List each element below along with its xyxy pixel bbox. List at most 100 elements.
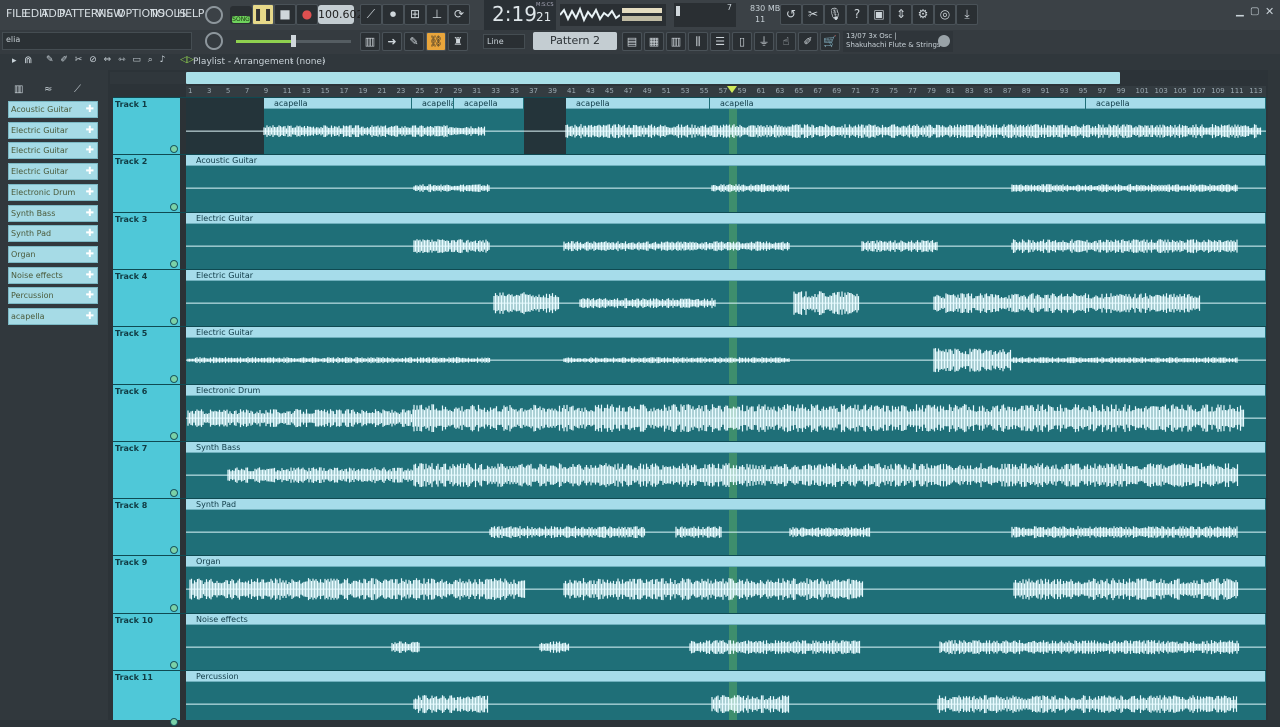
horizontal-scrollbar[interactable] <box>186 72 1120 84</box>
mixer-icon[interactable]: ✂ <box>802 4 824 25</box>
clip-header[interactable]: acapella <box>710 98 1085 109</box>
track-name[interactable]: Track 6 <box>115 387 147 396</box>
maximize-button[interactable]: ▢ <box>1250 6 1259 17</box>
cart-icon[interactable]: 🛒 <box>820 32 840 51</box>
dial-icon[interactable] <box>205 6 223 24</box>
pattern-item[interactable]: Electronic Drum ✚ <box>8 183 98 201</box>
clip-header[interactable]: acapella <box>566 98 709 109</box>
search-field[interactable]: elia <box>2 32 192 50</box>
horizontal-zoom-bar[interactable] <box>110 72 186 84</box>
track-name[interactable]: Track 2 <box>115 157 147 166</box>
clip-header[interactable]: Synth Bass <box>186 441 1265 453</box>
clip-header[interactable]: acapella <box>264 98 411 109</box>
track-name[interactable]: Track 5 <box>115 329 147 338</box>
brush-icon[interactable]: ✎ <box>404 32 424 51</box>
stamp-icon[interactable]: ♜ <box>448 32 468 51</box>
clip-header[interactable]: acapella <box>454 98 523 109</box>
stop-button[interactable]: ■ <box>274 4 296 25</box>
pattern-item[interactable]: Electric Guitar ✚ <box>8 163 98 181</box>
pattern-selector[interactable]: Pattern 2 <box>533 32 617 50</box>
track-mute-led[interactable] <box>170 603 178 612</box>
chat-icon[interactable]: ◎ <box>934 4 956 25</box>
globe-icon[interactable] <box>938 35 950 47</box>
track-mute-led[interactable] <box>170 202 178 211</box>
menu-arrow-icon[interactable]: ▸ <box>12 56 17 66</box>
track-name[interactable]: Track 3 <box>115 215 147 224</box>
curve-mini-icon[interactable]: ⟋ <box>74 84 81 95</box>
menu-help[interactable]: HELP <box>177 7 204 20</box>
clip-header[interactable]: Organ <box>186 556 1265 568</box>
track-mute-led[interactable] <box>170 374 178 383</box>
loop-record-icon[interactable]: ⟳ <box>448 4 470 25</box>
piano-roll-mini-icon[interactable]: ▥ <box>14 84 23 95</box>
magnet-icon[interactable]: ⋒ <box>24 55 32 66</box>
plugin-icon[interactable]: ⇕ <box>890 4 912 25</box>
channel-rack-icon[interactable]: ▦ <box>644 32 664 51</box>
clip-header[interactable]: Electric Guitar <box>186 327 1265 339</box>
settings-icon[interactable]: ⚙ <box>912 4 934 25</box>
song-mode-toggle[interactable]: SONG <box>230 6 252 24</box>
save-icon[interactable]: ▣ <box>868 4 890 25</box>
help-icon[interactable]: ? <box>846 4 868 25</box>
pattern-item[interactable]: Electric Guitar ✚ <box>8 142 98 160</box>
track-mute-led[interactable] <box>170 661 178 669</box>
pattern-item[interactable]: Electric Guitar ✚ <box>8 121 98 139</box>
clip-header[interactable]: Electric Guitar <box>186 269 1265 281</box>
clip-header[interactable]: Synth Pad <box>186 499 1265 511</box>
wait-icon[interactable]: ⏺ <box>382 4 404 25</box>
arrow-icon[interactable]: ➜ <box>382 32 402 51</box>
song-position-marker[interactable] <box>727 86 737 93</box>
clip-header[interactable]: acapella <box>1086 98 1265 109</box>
master-volume-slider[interactable] <box>236 35 351 47</box>
browser-icon[interactable]: ☰ <box>710 32 730 51</box>
pattern-item[interactable]: Noise effects ✚ <box>8 266 98 284</box>
piano-icon[interactable]: ▥ <box>666 32 686 51</box>
tempo-display[interactable]: 100.602 <box>318 5 364 24</box>
clip-header[interactable]: Noise effects <box>186 613 1265 625</box>
undo-icon[interactable]: ↺ <box>780 4 802 25</box>
plug-icon[interactable]: ⏚ <box>754 32 774 51</box>
countdown-icon[interactable]: ⊞ <box>404 4 426 25</box>
download-icon[interactable]: ⤓ <box>956 4 978 25</box>
pattern-item[interactable]: Organ ✚ <box>8 245 98 263</box>
tool-icons[interactable]: ✎ ✐ ✂ ⊘ ⇔ ⇿ ▭ ⌕ ♪ <box>46 55 167 65</box>
track-name[interactable]: Track 4 <box>115 272 147 281</box>
track-name[interactable]: Track 7 <box>115 444 147 453</box>
mic-icon[interactable]: 🎙 <box>824 4 846 25</box>
link-icon[interactable]: ⛓ <box>426 32 446 51</box>
clip-header[interactable]: Acoustic Guitar <box>186 155 1265 167</box>
pattern-item[interactable]: Synth Pad ✚ <box>8 225 98 243</box>
track-name[interactable]: Track 11 <box>115 673 153 682</box>
touch-icon[interactable]: ☝ <box>776 32 796 51</box>
piano-roll-icon[interactable]: ▥ <box>360 32 380 51</box>
master-pitch-knob[interactable] <box>205 32 223 50</box>
pattern-item[interactable]: acapella ✚ <box>8 308 98 325</box>
file-icon[interactable]: ▯ <box>732 32 752 51</box>
vertical-scrollbar[interactable] <box>1268 70 1280 720</box>
clip-header[interactable]: acapella <box>412 98 453 109</box>
clip-header[interactable]: Percussion <box>186 671 1265 682</box>
record-button[interactable]: ● <box>296 4 318 25</box>
step-edit-icon[interactable]: ⊥ <box>426 4 448 25</box>
track-name[interactable]: Track 8 <box>115 501 147 510</box>
track-mute-led[interactable] <box>170 431 178 440</box>
pen-icon[interactable]: ✐ <box>798 32 818 51</box>
pattern-item[interactable]: Acoustic Guitar ✚ <box>8 101 98 118</box>
track-name[interactable]: Track 9 <box>115 558 147 567</box>
pause-button[interactable]: ❚❚ <box>252 4 274 25</box>
clip-header[interactable]: Electronic Drum <box>186 384 1265 396</box>
metronome-icon[interactable]: ⟋ <box>360 4 382 25</box>
time-display[interactable]: 2:19 21 M:S:CS <box>484 0 556 30</box>
track-mute-led[interactable] <box>170 259 178 268</box>
snap-select[interactable]: Line <box>483 34 525 49</box>
mixer-faders-icon[interactable]: ⫼ <box>688 32 708 51</box>
track-name[interactable]: Track 10 <box>115 616 153 625</box>
playlist-icon[interactable]: ▤ <box>622 32 642 51</box>
close-button[interactable]: ✕ <box>1265 5 1274 18</box>
track-name[interactable]: Track 1 <box>115 100 147 109</box>
clip-header[interactable]: Electric Guitar <box>186 212 1265 224</box>
pattern-item[interactable]: Percussion ✚ <box>8 287 98 305</box>
wave-mini-icon[interactable]: ≈ <box>44 84 52 95</box>
pattern-item[interactable]: Synth Bass ✚ <box>8 204 98 222</box>
minimize-button[interactable]: ▁ <box>1236 6 1244 17</box>
